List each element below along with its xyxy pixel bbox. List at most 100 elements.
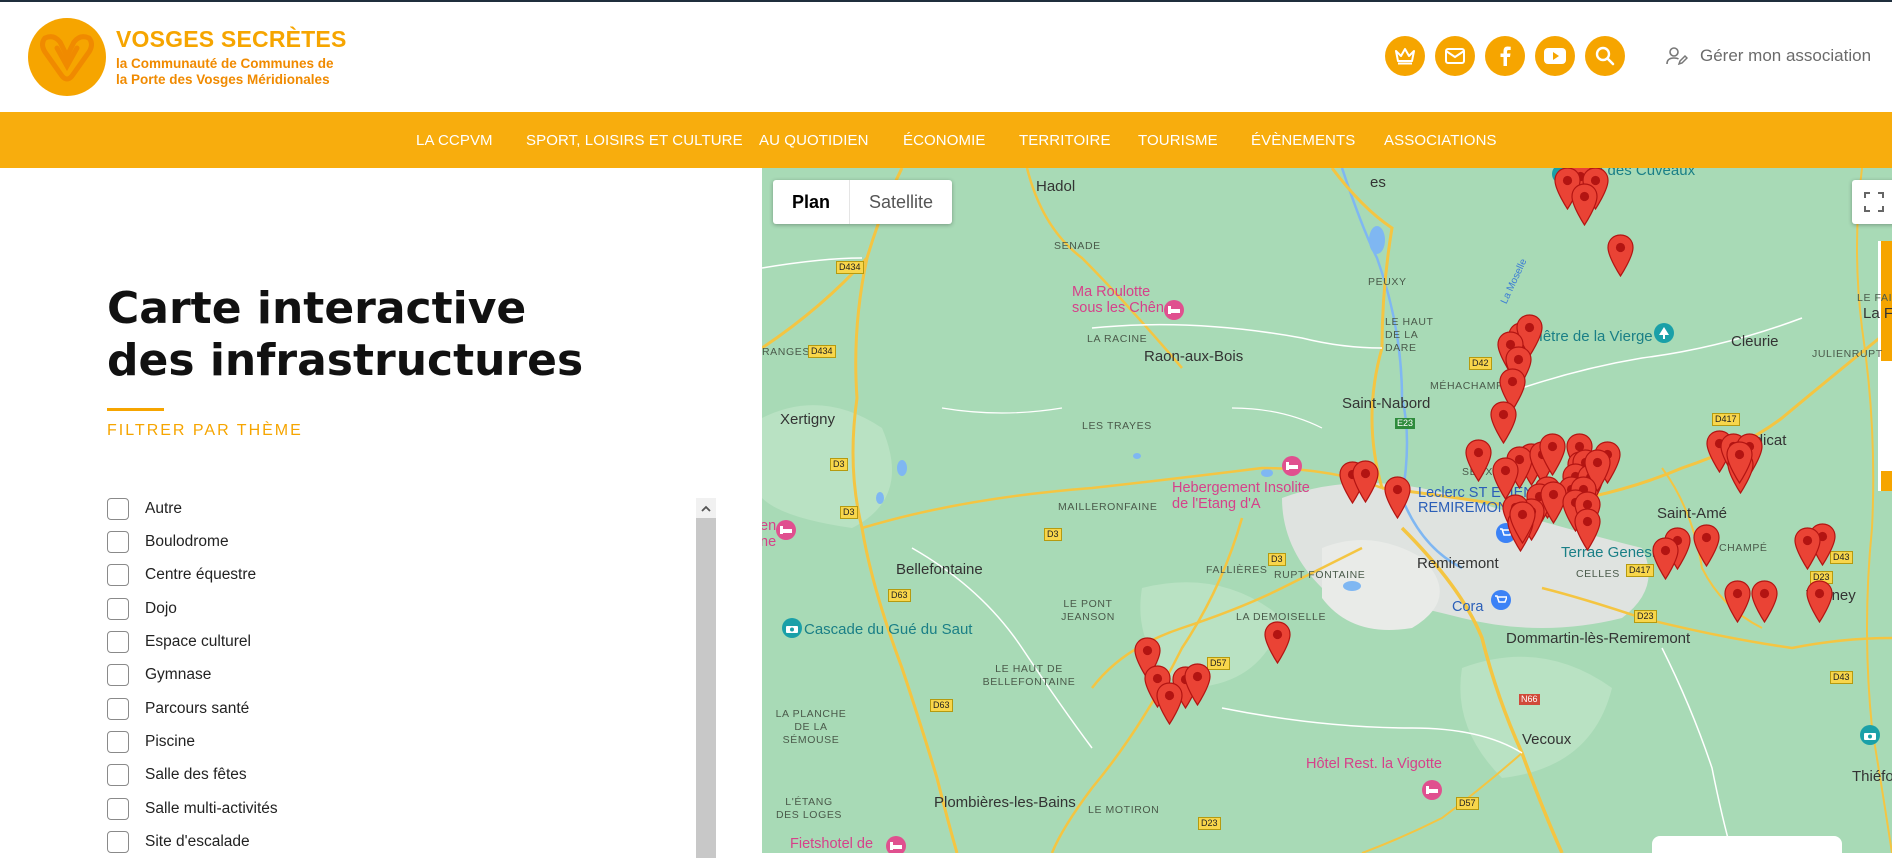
map-poi-hetre-vierge[interactable]: Hêtre de la Vierge [1532,328,1653,345]
nav-item-ccpvm[interactable]: LA CCPVM [416,132,493,149]
map-type-satellite-button[interactable]: Satellite [850,180,952,224]
map-marker[interactable] [1352,460,1379,504]
filter-scrollbar[interactable] [696,498,716,858]
map-label-saint-nabord: Saint-Nabord [1342,395,1431,412]
map-poi-cascade[interactable]: Cascade du Gué du Saut [804,621,972,638]
filter-site-escalade[interactable]: Site d'escalade [107,831,427,853]
map-marker[interactable] [1184,663,1211,707]
map-label-plombieres: Plombières-les-Bains [934,794,1076,811]
checkbox[interactable] [107,698,129,720]
map-locality-le-motiron: LE MOTIRON [1088,804,1160,816]
map-poi-en[interactable]: en [762,518,776,534]
filter-gymnase[interactable]: Gymnase [107,664,427,686]
map-poi-hotel-vigotte[interactable]: Hôtel Rest. la Vigotte [1306,756,1442,772]
checkbox[interactable] [107,598,129,620]
road-shield: E23 [1395,418,1416,429]
map-marker[interactable] [1465,439,1492,483]
brand-subtitle: la Communauté de Communes de la Porte de… [116,56,334,87]
map-locality-les-trayes: LES TRAYES [1082,420,1152,432]
map-marker[interactable] [1693,524,1720,568]
map-poi-cora[interactable]: Cora [1452,599,1483,615]
map-type-plan-button[interactable]: Plan [773,180,851,224]
brand-title[interactable]: VOSGES SECRÈTES [116,26,347,53]
road-shield: D3 [1044,528,1062,541]
checkbox[interactable] [107,498,129,520]
site-logo[interactable] [28,18,106,96]
checkbox[interactable] [107,831,129,853]
filter-autre[interactable]: Autre [107,498,427,520]
checkbox[interactable] [107,731,129,753]
nav-item-territoire[interactable]: TERRITOIRE [1019,132,1111,149]
map-marker[interactable] [1384,476,1411,520]
shopping-cart-icon[interactable] [1491,590,1511,610]
checkbox[interactable] [107,664,129,686]
map-poi-fietshotel[interactable]: Fietshotel de [790,836,873,852]
map-marker[interactable] [1726,441,1753,485]
map-marker[interactable] [1751,580,1778,624]
filter-dojo[interactable]: Dojo [107,598,427,620]
checkbox[interactable] [107,631,129,653]
map-marker[interactable] [1806,580,1833,624]
filter-boulodrome[interactable]: Boulodrome [107,531,427,553]
hotel-icon[interactable] [776,520,796,540]
hotel-icon[interactable] [1282,456,1302,476]
map-locality-haut-de-la-dare: LE HAUT DE LA DARE [1385,316,1434,354]
map-marker[interactable] [1794,527,1821,571]
map-locality-senade: SENADE [1054,240,1101,252]
road-shield: D434 [808,345,836,358]
map-marker[interactable] [1264,621,1291,665]
manage-association-link[interactable]: Gérer mon association [1666,46,1871,66]
map-marker[interactable] [1571,183,1598,227]
interactive-map[interactable]: Plan Satellite Hadol Raon-aux-Bois Xerti… [762,168,1892,853]
nav-item-quotidien[interactable]: AU QUOTIDIEN [759,132,869,149]
map-marker[interactable] [1156,682,1183,726]
camera-icon[interactable] [782,618,802,638]
park-icon[interactable] [1654,323,1674,343]
filter-espace-culturel[interactable]: Espace culturel [107,631,427,653]
map-poi-hebergement-insolite[interactable]: Hebergement Insolite de l'Etang d'A [1172,480,1312,512]
road-shield: D3 [840,506,858,519]
map-marker[interactable] [1574,508,1601,552]
mail-icon[interactable] [1435,36,1475,76]
hotel-icon[interactable] [1422,780,1442,800]
checkbox[interactable] [107,798,129,820]
road-shield: D42 [1469,357,1492,370]
map-locality-mailleronfaine: MAILLERONFAINE [1058,501,1158,513]
search-icon[interactable] [1585,36,1625,76]
map-marker[interactable] [1490,401,1517,445]
filter-label: Autre [145,500,183,517]
fullscreen-button[interactable] [1852,180,1892,224]
filter-salle-multi-activites[interactable]: Salle multi-activités [107,798,427,820]
camera-icon[interactable] [1860,725,1880,745]
map-marker[interactable] [1509,501,1536,545]
filter-centre-equestre[interactable]: Centre équestre [107,564,427,586]
map-marker[interactable] [1607,234,1634,278]
checkbox[interactable] [107,564,129,586]
hotel-icon[interactable] [886,836,906,853]
facebook-icon[interactable] [1485,36,1525,76]
map-poi-ne[interactable]: ne [762,534,776,550]
road-shield: D23 [1198,817,1221,830]
scrollbar-thumb[interactable] [696,518,716,858]
filter-parcours-sante[interactable]: Parcours santé [107,698,427,720]
map-marker[interactable] [1652,537,1679,581]
checkbox[interactable] [107,531,129,553]
youtube-icon[interactable] [1535,36,1575,76]
map-label-dommartin: Dommartin-lès-Remiremont [1506,630,1691,647]
scroll-up-arrow-icon[interactable] [696,500,716,516]
nav-item-associations[interactable]: ASSOCIATIONS [1384,132,1497,149]
filter-salle-des-fetes[interactable]: Salle des fêtes [107,764,427,786]
nav-item-sport[interactable]: SPORT, LOISIRS ET CULTURE [526,132,743,149]
nav-item-tourisme[interactable]: TOURISME [1138,132,1218,149]
checkbox[interactable] [107,764,129,786]
page-side-accent [1878,241,1892,491]
road-shield: D23 [1634,610,1657,623]
crown-icon[interactable] [1385,36,1425,76]
nav-item-evenements[interactable]: ÉVÈNEMENTS [1251,132,1355,149]
accent-segment [1881,471,1892,491]
hotel-icon[interactable] [1164,300,1184,320]
map-marker[interactable] [1724,580,1751,624]
filter-label: Salle des fêtes [145,766,247,783]
filter-piscine[interactable]: Piscine [107,731,427,753]
nav-item-economie[interactable]: ÉCONOMIE [903,132,985,149]
